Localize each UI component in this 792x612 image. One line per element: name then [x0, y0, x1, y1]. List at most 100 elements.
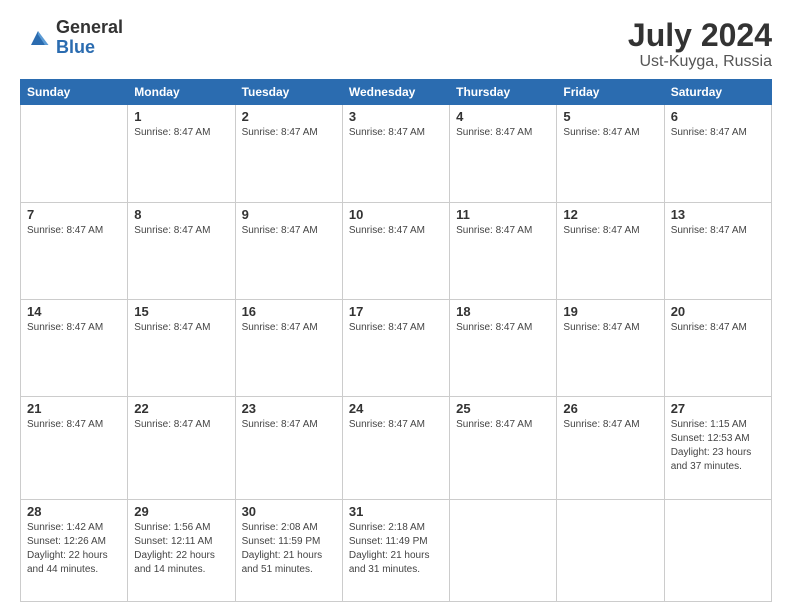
table-row: 22 Sunrise: 8:47 AM — [128, 397, 235, 499]
table-row: 13 Sunrise: 8:47 AM — [664, 202, 771, 299]
day-info: Sunrise: 8:47 AM — [563, 321, 657, 335]
day-number: 25 — [456, 401, 550, 416]
day-number: 13 — [671, 207, 765, 222]
day-info: Sunrise: 8:47 AM — [134, 224, 228, 238]
day-info: Sunrise: 8:47 AM — [563, 126, 657, 140]
day-info: Sunrise: 8:47 AM — [349, 418, 443, 432]
logo-general: General — [56, 18, 123, 38]
table-row: 26 Sunrise: 8:47 AM — [557, 397, 664, 499]
table-row: 3 Sunrise: 8:47 AM — [342, 105, 449, 202]
day-number: 19 — [563, 304, 657, 319]
logo-blue: Blue — [56, 38, 123, 58]
day-info: Sunrise: 8:47 AM — [27, 418, 121, 432]
page: General Blue July 2024 Ust-Kuyga, Russia… — [0, 0, 792, 612]
day-info: Sunrise: 1:15 AMSunset: 12:53 AMDaylight… — [671, 418, 765, 474]
table-row: 6Sunrise: 8:47 AM — [664, 105, 771, 202]
day-number: 30 — [242, 504, 336, 519]
col-wednesday: Wednesday — [342, 80, 449, 105]
day-number: 11 — [456, 207, 550, 222]
table-row: 29Sunrise: 1:56 AMSunset: 12:11 AMDaylig… — [128, 499, 235, 601]
table-row: 18 Sunrise: 8:47 AM — [450, 299, 557, 396]
table-row: 16 Sunrise: 8:47 AM — [235, 299, 342, 396]
day-info: Sunrise: 8:47 AM — [349, 321, 443, 335]
day-number: 22 — [134, 401, 228, 416]
day-number: 18 — [456, 304, 550, 319]
day-info: Sunrise: 8:47 AM — [242, 418, 336, 432]
day-number: 12 — [563, 207, 657, 222]
day-number: 10 — [349, 207, 443, 222]
day-info: Sunrise: 8:47 AM — [27, 321, 121, 335]
day-info: Sunrise: 1:42 AMSunset: 12:26 AMDaylight… — [27, 521, 121, 577]
day-info: Sunrise: 2:08 AMSunset: 11:59 PMDaylight… — [242, 521, 336, 577]
day-info: Sunrise: 8:47 AM — [456, 418, 550, 432]
table-row: 4Sunrise: 8:47 AM — [450, 105, 557, 202]
day-number: 28 — [27, 504, 121, 519]
table-row — [664, 499, 771, 601]
table-row: 15 Sunrise: 8:47 AM — [128, 299, 235, 396]
col-thursday: Thursday — [450, 80, 557, 105]
col-monday: Monday — [128, 80, 235, 105]
table-row: 11 Sunrise: 8:47 AM — [450, 202, 557, 299]
table-row: 30 Sunrise: 2:08 AMSunset: 11:59 PMDaylig… — [235, 499, 342, 601]
day-number: 20 — [671, 304, 765, 319]
table-row: 12 Sunrise: 8:47 AM — [557, 202, 664, 299]
day-info: Sunrise: 8:47 AM — [349, 126, 443, 140]
table-row: 23 Sunrise: 8:47 AM — [235, 397, 342, 499]
table-row: 17 Sunrise: 8:47 AM — [342, 299, 449, 396]
calendar-week-row: 14 Sunrise: 8:47 AM 15 Sunrise: 8:47 AM 16 Su… — [21, 299, 772, 396]
subtitle: Ust-Kuyga, Russia — [628, 53, 772, 71]
day-info: Sunrise: 1:56 AMSunset: 12:11 AMDaylight… — [134, 521, 228, 577]
table-row: 28 Sunrise: 1:42 AMSunset: 12:26 AMDaylig… — [21, 499, 128, 601]
table-row: 14 Sunrise: 8:47 AM — [21, 299, 128, 396]
header: General Blue July 2024 Ust-Kuyga, Russia — [20, 18, 772, 71]
table-row: 21Sunrise: 8:47 AM — [21, 397, 128, 499]
day-info: Sunrise: 8:47 AM — [456, 126, 550, 140]
table-row — [21, 105, 128, 202]
day-number: 7 — [27, 207, 121, 222]
table-row: 9 Sunrise: 8:47 AM — [235, 202, 342, 299]
day-number: 27 — [671, 401, 765, 416]
day-info: Sunrise: 8:47 AM — [456, 321, 550, 335]
day-info: Sunrise: 8:47 AM — [456, 224, 550, 238]
day-number: 14 — [27, 304, 121, 319]
calendar-table: Sunday Monday Tuesday Wednesday Thursday… — [20, 79, 772, 602]
day-number: 23 — [242, 401, 336, 416]
day-number: 24 — [349, 401, 443, 416]
table-row: 2 Sunrise: 8:47 AM — [235, 105, 342, 202]
day-number: 6 — [671, 109, 765, 124]
day-number: 2 — [242, 109, 336, 124]
col-saturday: Saturday — [664, 80, 771, 105]
logo: General Blue — [20, 18, 123, 58]
day-number: 9 — [242, 207, 336, 222]
day-number: 16 — [242, 304, 336, 319]
day-info: Sunrise: 8:47 AM — [242, 224, 336, 238]
table-row: 7Sunrise: 8:47 AM — [21, 202, 128, 299]
logo-icon — [24, 24, 52, 52]
title-block: July 2024 Ust-Kuyga, Russia — [628, 18, 772, 71]
day-info: Sunrise: 8:47 AM — [134, 321, 228, 335]
day-number: 15 — [134, 304, 228, 319]
table-row — [557, 499, 664, 601]
main-title: July 2024 — [628, 18, 772, 53]
col-tuesday: Tuesday — [235, 80, 342, 105]
table-row: 20Sunrise: 8:47 AM — [664, 299, 771, 396]
day-info: Sunrise: 8:47 AM — [563, 224, 657, 238]
table-row: 1 Sunrise: 8:47 AM — [128, 105, 235, 202]
calendar-week-row: 28 Sunrise: 1:42 AMSunset: 12:26 AMDaylig… — [21, 499, 772, 601]
table-row: 24 Sunrise: 8:47 AM — [342, 397, 449, 499]
day-info: Sunrise: 8:47 AM — [671, 224, 765, 238]
calendar-header-row: Sunday Monday Tuesday Wednesday Thursday… — [21, 80, 772, 105]
day-info: Sunrise: 8:47 AM — [242, 126, 336, 140]
table-row — [450, 499, 557, 601]
day-info: Sunrise: 8:47 AM — [134, 418, 228, 432]
day-info: Sunrise: 8:47 AM — [242, 321, 336, 335]
day-info: Sunrise: 8:47 AM — [349, 224, 443, 238]
day-number: 8 — [134, 207, 228, 222]
table-row: 25 Sunrise: 8:47 AM — [450, 397, 557, 499]
day-info: Sunrise: 8:47 AM — [563, 418, 657, 432]
day-info: Sunrise: 8:47 AM — [134, 126, 228, 140]
day-number: 1 — [134, 109, 228, 124]
day-number: 17 — [349, 304, 443, 319]
day-number: 26 — [563, 401, 657, 416]
day-number: 3 — [349, 109, 443, 124]
